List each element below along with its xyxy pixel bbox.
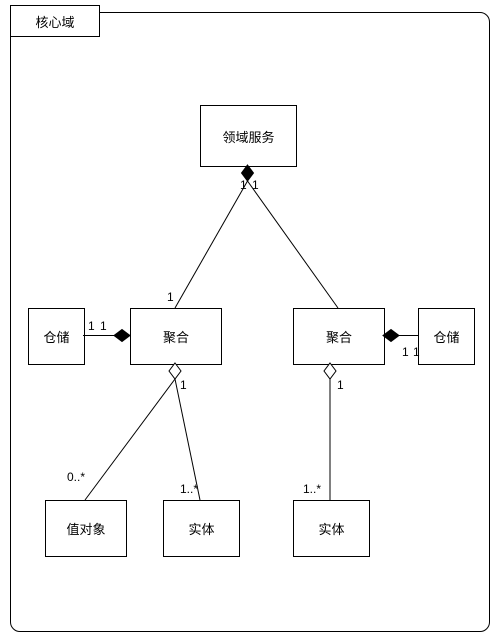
frame-title: 核心域	[10, 5, 100, 37]
mult-repoR-left: 1	[402, 345, 409, 359]
mult-entity-left: 1..*	[180, 482, 198, 496]
box-repository-left: 仓储	[28, 308, 85, 365]
box-aggregate-right: 聚合	[293, 308, 385, 365]
box-value-object: 值对象	[45, 500, 127, 557]
mult-aggR-bottom: 1	[337, 378, 344, 392]
mult-entity-right: 1..*	[303, 482, 321, 496]
mult-repoL-right: 1	[88, 319, 95, 333]
mult-aggL-top: 1	[167, 290, 174, 304]
box-domain-service: 领域服务	[200, 105, 297, 167]
mult-ds-top-right: 1	[252, 178, 259, 192]
box-entity-left: 实体	[163, 500, 240, 557]
box-repository-right: 仓储	[418, 308, 475, 365]
box-entity-right: 实体	[293, 500, 370, 557]
mult-aggL-bottom: 1	[180, 378, 187, 392]
box-aggregate-left: 聚合	[130, 308, 222, 365]
mult-aggL-left: 1	[100, 319, 107, 333]
mult-ds-top-left: 1	[240, 178, 247, 192]
mult-aggR-right: 1	[413, 345, 420, 359]
mult-valueobject: 0..*	[67, 470, 85, 484]
diagram-canvas: 核心域 领域服务 聚合 聚合 仓储 仓储 值对象 实体 实体	[0, 0, 500, 641]
